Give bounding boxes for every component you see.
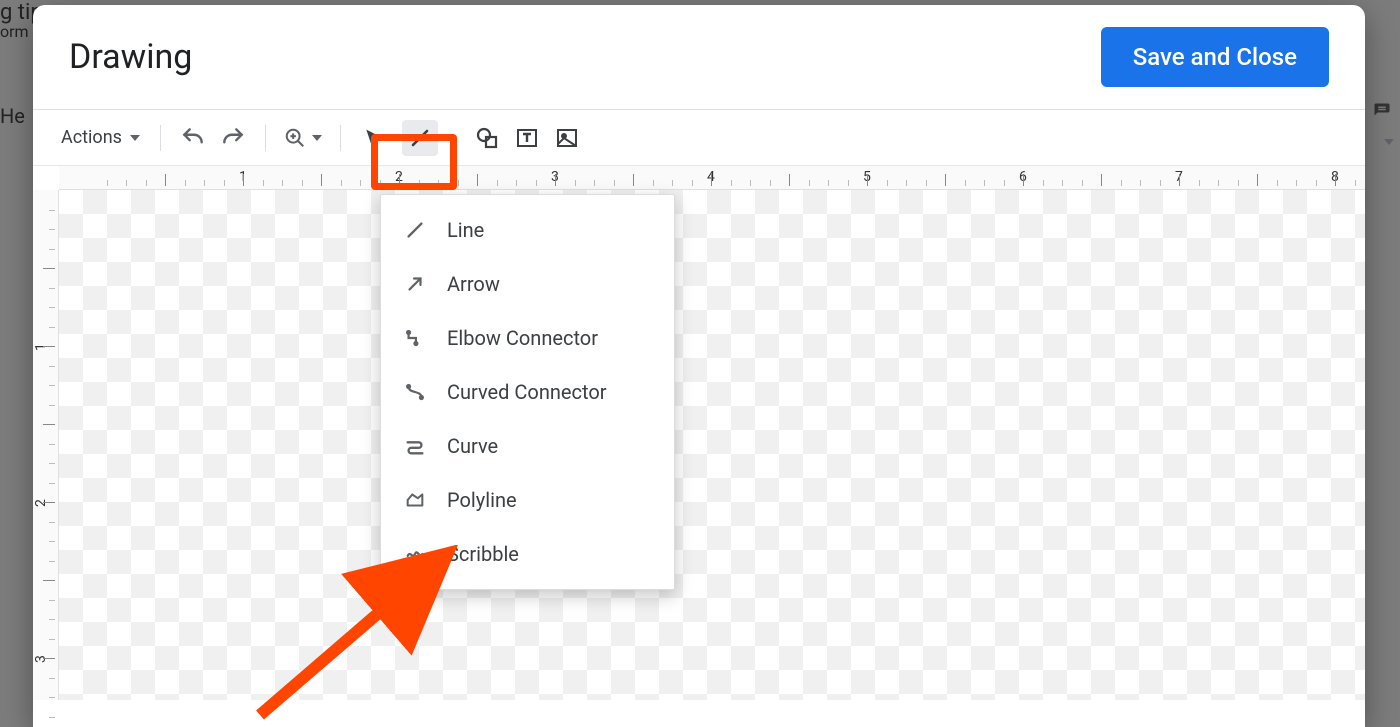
chevron-down-icon [444,135,454,141]
drawing-dialog: Drawing Save and Close Actions [33,5,1365,727]
background-styles-hint: He [0,104,25,128]
background-comment-icon [1364,96,1400,126]
horizontal-ruler: 12345678 [59,166,1365,190]
ruler-label: 2 [33,499,49,507]
line-tool-button[interactable] [402,120,438,156]
undo-button[interactable] [175,120,211,156]
line-menu-item-line[interactable]: Line [381,203,674,257]
ruler-label: 1 [33,343,49,351]
select-tool-button[interactable] [355,120,391,156]
background-subtitle-hint: orm [0,22,29,41]
dialog-title: Drawing [69,37,192,77]
menu-item-label: Arrow [447,272,500,296]
background-caret-icon [1380,130,1394,149]
redo-icon [220,125,246,151]
curved-icon [403,381,427,403]
curve-icon [403,435,427,457]
chevron-down-icon [312,135,322,141]
actions-menu-button[interactable]: Actions [55,120,146,156]
zoom-icon [284,127,306,149]
text-box-button[interactable] [509,120,545,156]
toolbar-separator [160,125,161,151]
undo-icon [180,125,206,151]
line-menu-item-arrow[interactable]: Arrow [381,257,674,311]
menu-item-label: Curve [447,434,498,458]
toolbar-separator [265,125,266,151]
actions-label: Actions [61,127,122,148]
line-icon [408,126,432,150]
image-button[interactable] [549,120,585,156]
line-menu-item-curved[interactable]: Curved Connector [381,365,674,419]
text-box-icon [515,126,539,150]
image-icon [555,126,579,150]
scrib-icon [403,543,427,565]
line-menu-item-poly[interactable]: Polyline [381,473,674,527]
line-menu-item-elbow[interactable]: Elbow Connector [381,311,674,365]
dialog-header: Drawing Save and Close [33,5,1365,110]
menu-item-label: Elbow Connector [447,326,598,350]
ruler-label: 3 [33,655,49,663]
line-menu-item-curve[interactable]: Curve [381,419,674,473]
drawing-toolbar: Actions [33,110,1365,166]
line-tool-split-button[interactable] [401,119,459,157]
menu-item-label: Line [447,218,484,242]
toolbar-separator [340,125,341,151]
menu-item-label: Scribble [447,542,519,566]
menu-item-label: Polyline [447,488,517,512]
line-icon [403,219,427,241]
drawing-canvas[interactable] [59,190,1365,700]
redo-button[interactable] [215,120,251,156]
save-and-close-button[interactable]: Save and Close [1101,27,1329,87]
line-menu-item-scrib[interactable]: Scribble [381,527,674,581]
line-tool-dropdown: Line Arrow Elbow Connector Curved Connector… [380,194,675,590]
menu-item-label: Curved Connector [447,380,607,404]
drawing-workspace: 12345678 1 2 3 [33,166,1365,700]
shape-tool-button[interactable] [469,120,505,156]
cursor-icon [363,127,383,149]
vertical-ruler: 1 2 3 [33,190,59,700]
zoom-button[interactable] [280,120,326,156]
shapes-icon [475,126,499,150]
chevron-down-icon [130,135,140,141]
poly-icon [403,489,427,511]
arrow-icon [403,273,427,295]
elbow-icon [403,327,427,349]
